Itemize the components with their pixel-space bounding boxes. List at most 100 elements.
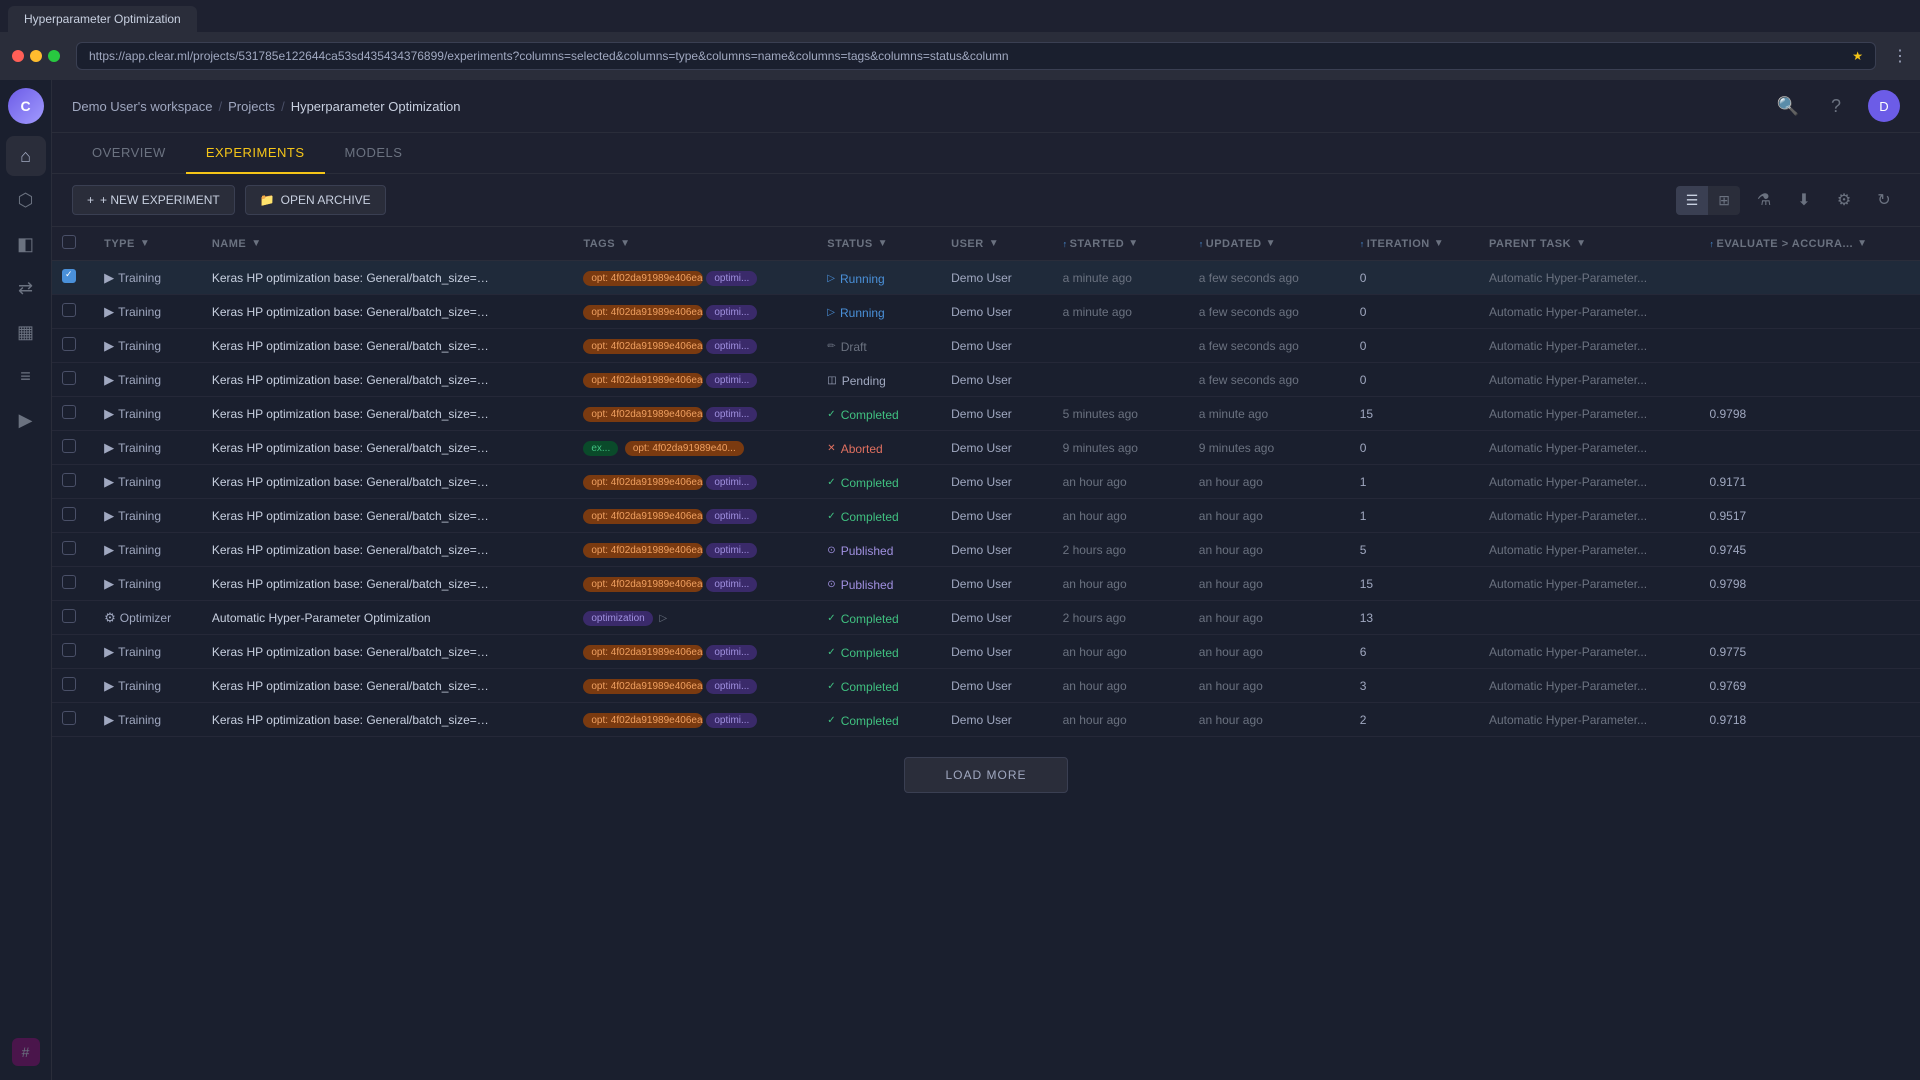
browser-menu-icon[interactable]: ⋮ [1892, 46, 1908, 66]
browser-tab[interactable]: Hyperparameter Optimization [8, 6, 197, 32]
table-row[interactable]: ▶ Training Keras HP optimization base: G… [52, 669, 1920, 703]
row-checkbox[interactable] [62, 711, 76, 725]
refresh-button[interactable]: ↻ [1868, 184, 1900, 216]
td-checkbox[interactable] [52, 397, 94, 431]
td-parent[interactable] [1479, 601, 1700, 635]
filter-button[interactable]: ⚗ [1748, 184, 1780, 216]
row-checkbox[interactable] [62, 269, 76, 283]
td-checkbox[interactable] [52, 295, 94, 329]
table-row[interactable]: ▶ Training Keras HP optimization base: G… [52, 533, 1920, 567]
td-parent[interactable]: Automatic Hyper-Parameter... [1479, 261, 1700, 295]
td-name[interactable]: Keras HP optimization base: General/batc… [202, 329, 574, 363]
td-name[interactable]: Automatic Hyper-Parameter Optimization [202, 601, 574, 635]
table-row[interactable]: ▶ Training Keras HP optimization base: G… [52, 703, 1920, 737]
table-row[interactable]: ▶ Training Keras HP optimization base: G… [52, 567, 1920, 601]
td-name[interactable]: Keras HP optimization base: General/batc… [202, 499, 574, 533]
table-row[interactable]: ▶ Training Keras HP optimization base: G… [52, 465, 1920, 499]
table-row[interactable]: ▶ Training Keras HP optimization base: G… [52, 329, 1920, 363]
th-user[interactable]: USER ▼ [941, 227, 1052, 261]
sidebar-item-pipelines[interactable]: ⇄ [6, 268, 46, 308]
th-parent-task[interactable]: PARENT TASK ▼ [1479, 227, 1700, 261]
load-more-button[interactable]: LOAD MORE [904, 757, 1067, 793]
td-parent[interactable]: Automatic Hyper-Parameter... [1479, 567, 1700, 601]
sidebar-item-slack[interactable]: # [6, 1032, 46, 1072]
th-type[interactable]: TYPE ▼ [94, 227, 202, 261]
td-checkbox[interactable] [52, 329, 94, 363]
row-checkbox[interactable] [62, 405, 76, 419]
td-name[interactable]: Keras HP optimization base: General/batc… [202, 397, 574, 431]
table-row[interactable]: ▶ Training Keras HP optimization base: G… [52, 363, 1920, 397]
td-checkbox[interactable] [52, 635, 94, 669]
td-name[interactable]: Keras HP optimization base: General/batc… [202, 295, 574, 329]
th-score[interactable]: ↑ evaluate > accura... ▼ [1700, 227, 1920, 261]
row-checkbox[interactable] [62, 609, 76, 623]
td-checkbox[interactable] [52, 261, 94, 295]
td-parent[interactable]: Automatic Hyper-Parameter... [1479, 329, 1700, 363]
th-tags[interactable]: TAGS ▼ [573, 227, 817, 261]
td-checkbox[interactable] [52, 499, 94, 533]
maximize-window-button[interactable] [48, 50, 60, 62]
row-checkbox[interactable] [62, 575, 76, 589]
th-status[interactable]: STATUS ▼ [817, 227, 941, 261]
td-name[interactable]: Keras HP optimization base: General/batc… [202, 533, 574, 567]
tab-models[interactable]: MODELS [325, 133, 423, 174]
sidebar-item-layers[interactable]: ◧ [6, 224, 46, 264]
close-window-button[interactable] [12, 50, 24, 62]
th-updated[interactable]: ↑ UPDATED ▼ [1189, 227, 1350, 261]
th-started[interactable]: ↑ STARTED ▼ [1053, 227, 1189, 261]
table-row[interactable]: ▶ Training Keras HP optimization base: G… [52, 261, 1920, 295]
table-row[interactable]: ▶ Training Keras HP optimization base: G… [52, 635, 1920, 669]
td-parent[interactable]: Automatic Hyper-Parameter... [1479, 363, 1700, 397]
breadcrumb-projects[interactable]: Projects [228, 99, 275, 114]
list-view-button[interactable]: ☰ [1676, 186, 1709, 215]
td-parent[interactable]: Automatic Hyper-Parameter... [1479, 295, 1700, 329]
new-experiment-button[interactable]: + + NEW EXPERIMENT [72, 185, 235, 215]
settings-button[interactable]: ⚙ [1828, 184, 1860, 216]
app-logo[interactable]: C [8, 88, 44, 124]
row-checkbox[interactable] [62, 371, 76, 385]
td-parent[interactable]: Automatic Hyper-Parameter... [1479, 499, 1700, 533]
table-row[interactable]: ⚙ Optimizer Automatic Hyper-Parameter Op… [52, 601, 1920, 635]
td-checkbox[interactable] [52, 567, 94, 601]
td-checkbox[interactable] [52, 363, 94, 397]
breadcrumb-workspace[interactable]: Demo User's workspace [72, 99, 212, 114]
row-checkbox[interactable] [62, 677, 76, 691]
td-name[interactable]: Keras HP optimization base: General/batc… [202, 635, 574, 669]
row-checkbox[interactable] [62, 507, 76, 521]
row-checkbox[interactable] [62, 643, 76, 657]
download-button[interactable]: ⬇ [1788, 184, 1820, 216]
td-name[interactable]: Keras HP optimization base: General/batc… [202, 567, 574, 601]
th-name[interactable]: NAME ▼ [202, 227, 574, 261]
th-iteration[interactable]: ↑ ITERATION ▼ [1350, 227, 1479, 261]
td-parent[interactable]: Automatic Hyper-Parameter... [1479, 397, 1700, 431]
td-parent[interactable]: Automatic Hyper-Parameter... [1479, 431, 1700, 465]
table-row[interactable]: ▶ Training Keras HP optimization base: G… [52, 397, 1920, 431]
sidebar-item-home[interactable]: ⌂ [6, 136, 46, 176]
grid-view-button[interactable]: ⊞ [1708, 186, 1740, 215]
th-select-all[interactable] [52, 227, 94, 261]
td-parent[interactable]: Automatic Hyper-Parameter... [1479, 635, 1700, 669]
row-checkbox[interactable] [62, 439, 76, 453]
sidebar-item-reports[interactable]: ≡ [6, 356, 46, 396]
search-button[interactable]: 🔍 [1772, 90, 1804, 122]
tab-overview[interactable]: OVERVIEW [72, 133, 186, 174]
td-name[interactable]: Keras HP optimization base: General/batc… [202, 261, 574, 295]
td-checkbox[interactable] [52, 601, 94, 635]
td-name[interactable]: Keras HP optimization base: General/batc… [202, 703, 574, 737]
user-avatar[interactable]: D [1868, 90, 1900, 122]
td-parent[interactable]: Automatic Hyper-Parameter... [1479, 703, 1700, 737]
td-name[interactable]: Keras HP optimization base: General/batc… [202, 669, 574, 703]
sidebar-item-brain[interactable]: ⬡ [6, 180, 46, 220]
select-all-checkbox[interactable] [62, 235, 76, 249]
td-name[interactable]: Keras HP optimization base: General/batc… [202, 431, 574, 465]
open-archive-button[interactable]: 📁 OPEN ARCHIVE [245, 185, 386, 215]
sidebar-item-deploy[interactable]: ▶ [6, 400, 46, 440]
td-parent[interactable]: Automatic Hyper-Parameter... [1479, 533, 1700, 567]
table-row[interactable]: ▶ Training Keras HP optimization base: G… [52, 295, 1920, 329]
table-row[interactable]: ▶ Training Keras HP optimization base: G… [52, 431, 1920, 465]
sidebar-item-datasets[interactable]: ▦ [6, 312, 46, 352]
table-row[interactable]: ▶ Training Keras HP optimization base: G… [52, 499, 1920, 533]
bookmark-icon[interactable]: ★ [1852, 49, 1863, 63]
td-checkbox[interactable] [52, 703, 94, 737]
help-button[interactable]: ? [1820, 90, 1852, 122]
